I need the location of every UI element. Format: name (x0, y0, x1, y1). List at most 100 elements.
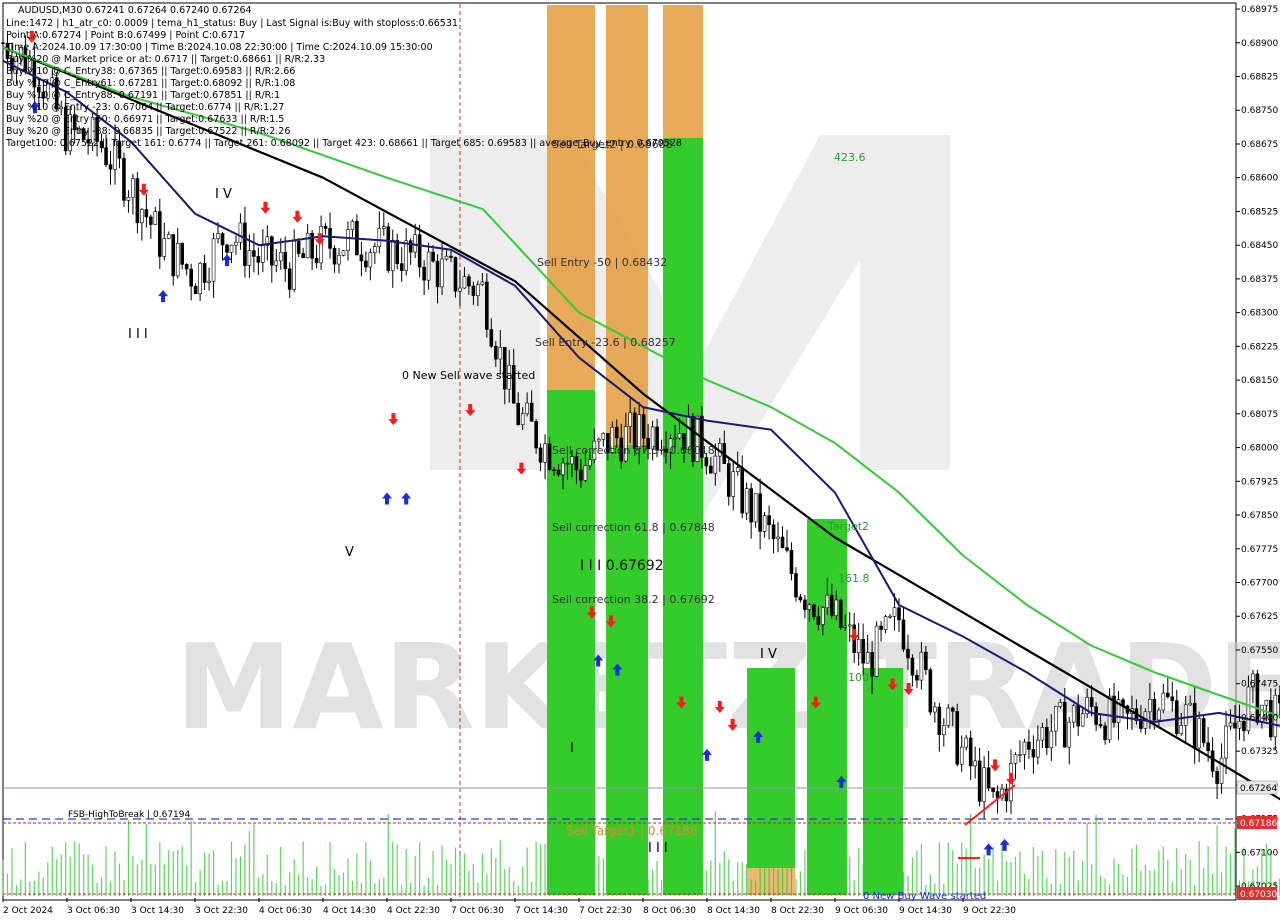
candle-body (919, 651, 924, 681)
candle-body (1210, 750, 1215, 772)
candle-body (404, 240, 409, 271)
orange-zone-1 (547, 5, 595, 390)
candle-body (601, 433, 606, 440)
candle-body (381, 226, 386, 229)
candle-body (1219, 757, 1224, 784)
candle-body (1228, 722, 1233, 727)
candle-body (525, 402, 529, 415)
candle-body (628, 412, 633, 427)
candle-body (758, 493, 762, 532)
candle-body (207, 280, 211, 283)
candle-body (1076, 705, 1080, 727)
sell-entry-23-label: Sell Entry -23.6 | 0.68257 (535, 336, 676, 349)
wave-v-left: V (345, 545, 354, 560)
candle-body (283, 252, 288, 270)
candle-body (1071, 705, 1076, 723)
y-tick-label: 0.67100 (1241, 848, 1278, 858)
y-tick-label: 0.67475 (1241, 680, 1278, 690)
candle-body (1246, 686, 1251, 732)
candle-body (597, 438, 601, 442)
sell-corr-38-label: Sell correction 38.2 | 0.67692 (552, 593, 715, 606)
candle-body (1031, 749, 1036, 758)
info-line: Time A:2024.10.09 17:30:00 | Time B:2024… (5, 42, 433, 53)
candle-body (565, 462, 570, 465)
candle-body (1179, 725, 1184, 734)
info-line: Buy %20 @ Entry -50: 0.66971 || Target:0… (6, 114, 284, 125)
info-line: Buy %10 @ C_Entry38: 0.67365 || Target:0… (6, 66, 295, 77)
green-zone-3 (663, 138, 703, 895)
info-line: Buy %10 @ Entry -23: 0.67064 || Target:0… (6, 102, 284, 113)
candle-body (1188, 702, 1192, 706)
candle-body (825, 594, 830, 609)
y-tick-label: 0.68825 (1241, 73, 1278, 83)
candle-body (104, 147, 108, 165)
candle-body (323, 226, 328, 229)
candle-body (574, 456, 579, 471)
candle-body (614, 426, 619, 439)
x-tick-label: 7 Oct 22:30 (579, 906, 632, 916)
candle-body (471, 285, 476, 296)
candle-body (704, 457, 709, 467)
y-tick-label: 0.68450 (1241, 241, 1278, 251)
x-tick-label: 9 Oct 14:30 (899, 906, 952, 916)
green-zone-6 (863, 668, 903, 895)
candle-body (552, 469, 556, 471)
candle-body (556, 469, 561, 476)
x-tick-label: 3 Oct 22:30 (195, 906, 248, 916)
candle-body (485, 281, 489, 330)
candle-body (816, 616, 821, 625)
candle-body (395, 239, 400, 264)
fib-161-label: 161.8 (838, 572, 870, 585)
candle-body (1148, 699, 1152, 713)
candle-body (874, 625, 879, 677)
candle-body (453, 257, 458, 292)
candle-body (1174, 700, 1179, 734)
candle-body (444, 255, 449, 260)
candle-body (350, 220, 355, 231)
candle-body (278, 252, 283, 262)
candle-body (1094, 706, 1098, 725)
current-price-tag: 0.67264 (1240, 784, 1277, 794)
candle-body (933, 706, 937, 713)
candle-body (426, 251, 431, 281)
y-tick-label: 0.68225 (1241, 342, 1278, 352)
candle-body (709, 465, 713, 474)
candle-body (346, 229, 350, 251)
y-tick-label: 0.67700 (1241, 579, 1278, 589)
candle-body (924, 651, 928, 670)
candle-body (417, 234, 422, 268)
candle-body (180, 242, 184, 265)
candle-body (834, 599, 839, 617)
candle-body (1107, 695, 1112, 741)
candle-body (561, 462, 565, 476)
candle-body (928, 669, 933, 713)
candle-body (780, 536, 785, 549)
candle-body (1201, 718, 1206, 744)
price-chart[interactable]: MARKETZITRADE Sell Target2 | 0.68688 Sel… (0, 0, 1280, 920)
orange-zone-3 (663, 5, 703, 138)
candle-body (767, 515, 771, 526)
pivot-level-label: I I I 0.67692 (580, 558, 664, 574)
candle-body (359, 254, 364, 262)
candle-body (1264, 700, 1269, 706)
candle-body (771, 524, 776, 540)
bottom-level-tag: 0.67030 (1240, 890, 1277, 900)
y-tick-label: 0.67400 (1241, 713, 1278, 723)
candle-body (641, 414, 646, 439)
candle-body (897, 607, 901, 621)
candle-body (175, 242, 180, 277)
candle-body (140, 209, 144, 224)
candle-body (301, 253, 305, 259)
candle-body (534, 421, 538, 449)
candle-body (480, 281, 485, 285)
candle-body (1027, 741, 1031, 750)
y-tick-label: 0.68675 (1241, 140, 1278, 150)
candle-body (529, 402, 534, 422)
candle-body (126, 196, 131, 201)
candle-body (413, 234, 417, 253)
candle-body (789, 549, 794, 574)
candle-body (274, 260, 279, 266)
candle-body (328, 228, 332, 249)
candle-body (713, 455, 718, 474)
candle-body (856, 639, 861, 653)
